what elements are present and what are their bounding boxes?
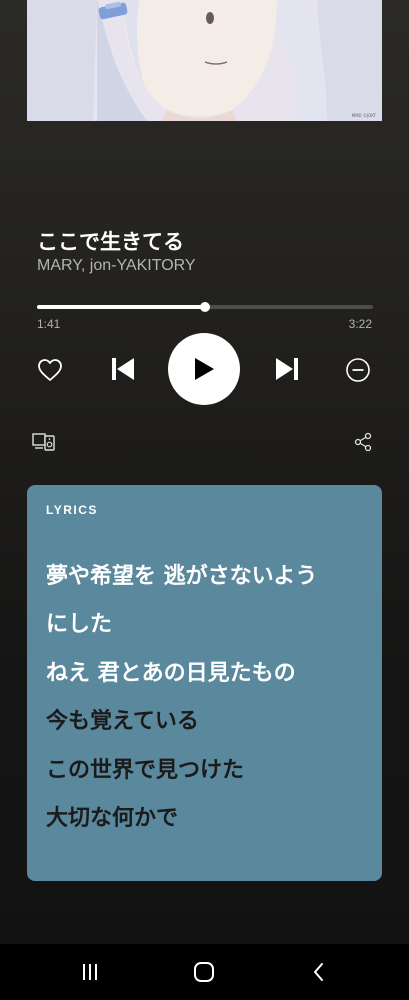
skip-next-icon: [276, 358, 298, 380]
progress-bar[interactable]: [37, 302, 373, 312]
album-art: MMD ©JOKT: [27, 0, 382, 121]
lyrics-header: LYRICS: [46, 503, 98, 517]
home-icon: [194, 962, 214, 982]
skip-previous-icon: [112, 358, 134, 380]
lyric-line[interactable]: ねえ 君とあの日見たもの: [46, 655, 296, 687]
recents-button[interactable]: [78, 958, 102, 986]
connect-devices-icon: [32, 433, 55, 451]
lyric-line[interactable]: 今も覚えている: [46, 703, 199, 735]
recents-icon: [83, 964, 97, 980]
total-time: 3:22: [348, 317, 372, 331]
progress-fill: [37, 305, 205, 309]
play-button[interactable]: [168, 333, 240, 405]
like-button[interactable]: [35, 355, 65, 385]
elapsed-time: 1:41: [37, 317, 61, 331]
album-art-illustration: [27, 0, 382, 121]
lyric-line[interactable]: 大切な何かで: [46, 800, 178, 832]
minus-circle-icon: [346, 358, 370, 382]
share-button[interactable]: [351, 430, 375, 454]
lyric-line[interactable]: にした: [46, 606, 112, 638]
lyric-line[interactable]: この世界で見つけた: [46, 752, 244, 784]
connect-devices-button[interactable]: [31, 430, 57, 454]
previous-button[interactable]: [107, 353, 139, 385]
heart-icon: [38, 359, 62, 381]
track-title[interactable]: ここで生きてる: [37, 226, 184, 256]
lyric-line[interactable]: 夢や希望を 逃がさないよう: [46, 558, 317, 590]
share-icon: [354, 432, 372, 452]
progress-thumb[interactable]: [200, 302, 210, 312]
hide-song-button[interactable]: [343, 355, 373, 385]
album-art-credit: MMD ©JOKT: [351, 113, 376, 118]
back-icon: [314, 963, 323, 981]
system-navigation-bar: [0, 944, 409, 1000]
home-button[interactable]: [191, 958, 217, 986]
play-icon: [195, 358, 214, 380]
next-button[interactable]: [271, 353, 303, 385]
back-button[interactable]: [307, 958, 331, 986]
lyrics-card[interactable]: LYRICS 夢や希望を 逃がさないよう にした ねえ 君とあの日見たもの 今も…: [27, 485, 382, 881]
track-artist[interactable]: MARY, jon-YAKITORY: [37, 257, 196, 275]
